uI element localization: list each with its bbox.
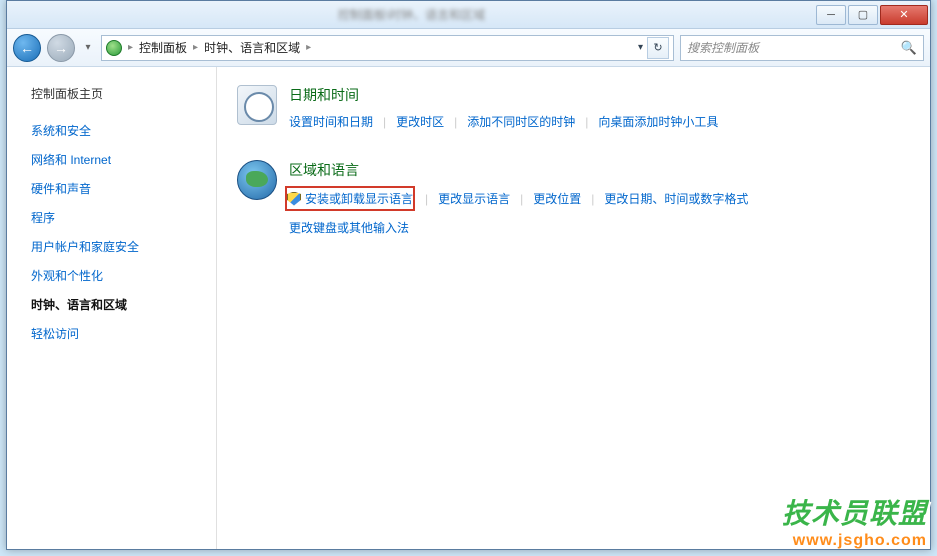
links-row: 更改键盘或其他输入法 [289,217,910,238]
task-link[interactable]: 添加不同时区的时钟 [467,111,575,132]
breadcrumb-current[interactable]: 时钟、语言和区域 [204,39,300,56]
section-title[interactable]: 日期和时间 [289,85,910,105]
sidebar-item-1[interactable]: 网络和 Internet [7,145,216,174]
section-body: 区域和语言安装或卸载显示语言 | 更改显示语言 | 更改位置 | 更改日期、时间或数字格式更… [289,160,910,244]
search-input[interactable]: 搜索控制面板 🔍 [680,35,924,61]
task-link-label: 更改显示语言 [438,190,510,207]
titlebar: 控制面板\时钟、语言和区域 ─ ▢ ✕ [7,1,930,29]
sidebar-item-6[interactable]: 时钟、语言和区域 [7,290,216,319]
sidebar-item-4[interactable]: 用户帐户和家庭安全 [7,232,216,261]
task-link-label: 更改键盘或其他输入法 [289,219,409,236]
link-separator: | [383,115,386,129]
watermark-line2: www.jsgho.com [782,532,927,550]
task-link[interactable]: 更改键盘或其他输入法 [289,217,409,238]
task-link-label: 安装或卸载显示语言 [305,190,413,207]
breadcrumb-separator-icon: ▸ [128,42,133,53]
maximize-button[interactable]: ▢ [848,5,878,25]
task-link[interactable]: 安装或卸载显示语言 [285,186,415,211]
back-button[interactable]: ← [13,34,41,62]
content-area: 控制面板主页 系统和安全网络和 Internet硬件和声音程序用户帐户和家庭安全… [7,67,930,549]
links-row: 安装或卸载显示语言 | 更改显示语言 | 更改位置 | 更改日期、时间或数字格式 [289,186,910,211]
datetime-icon [237,85,277,125]
navbar: ← → ▾ ▸ 控制面板 ▸ 时钟、语言和区域 ▸ ▾ ↻ 搜索控制面板 🔍 [7,29,930,67]
section-body: 日期和时间设置时间和日期 | 更改时区 | 添加不同时区的时钟 | 向桌面添加时钟小工具 [289,85,910,138]
sidebar-title[interactable]: 控制面板主页 [7,85,216,116]
watermark: 技术员联盟 www.jsgho.com [782,492,927,550]
forward-button[interactable]: → [47,34,75,62]
search-icon: 🔍 [901,40,917,56]
refresh-icon: ↻ [653,41,662,54]
link-separator: | [454,115,457,129]
task-link-label: 更改日期、时间或数字格式 [604,190,748,207]
watermark-line1: 技术员联盟 [782,492,927,532]
link-separator: | [425,192,428,206]
links-row: 设置时间和日期 | 更改时区 | 添加不同时区的时钟 | 向桌面添加时钟小工具 [289,111,910,132]
task-link-label: 更改位置 [533,190,581,207]
task-link-label: 更改时区 [396,113,444,130]
section-1: 区域和语言安装或卸载显示语言 | 更改显示语言 | 更改位置 | 更改日期、时间或数字格式更… [237,160,910,244]
shield-icon [287,192,301,206]
main-panel: 日期和时间设置时间和日期 | 更改时区 | 添加不同时区的时钟 | 向桌面添加时钟小工具区域… [217,67,930,549]
control-panel-window: 控制面板\时钟、语言和区域 ─ ▢ ✕ ← → ▾ ▸ 控制面板 ▸ 时钟、语言… [6,0,931,550]
address-dropdown-icon[interactable]: ▾ [638,42,643,53]
link-separator: | [591,192,594,206]
task-link[interactable]: 向桌面添加时钟小工具 [598,111,718,132]
link-separator: | [585,115,588,129]
window-title: 控制面板\时钟、语言和区域 [9,6,814,23]
task-link[interactable]: 设置时间和日期 [289,111,373,132]
task-link[interactable]: 更改位置 [533,188,581,209]
arrow-right-icon: → [54,40,68,56]
nav-history-dropdown[interactable]: ▾ [81,42,95,53]
sidebar-item-3[interactable]: 程序 [7,203,216,232]
breadcrumb-separator-icon: ▸ [306,42,311,53]
sidebar: 控制面板主页 系统和安全网络和 Internet硬件和声音程序用户帐户和家庭安全… [7,67,217,549]
section-title[interactable]: 区域和语言 [289,160,910,180]
refresh-button[interactable]: ↻ [647,37,669,59]
address-bar[interactable]: ▸ 控制面板 ▸ 时钟、语言和区域 ▸ ▾ ↻ [101,35,674,61]
task-link[interactable]: 更改时区 [396,111,444,132]
task-link[interactable]: 更改日期、时间或数字格式 [604,188,748,209]
section-0: 日期和时间设置时间和日期 | 更改时区 | 添加不同时区的时钟 | 向桌面添加时钟小工具 [237,85,910,138]
breadcrumb-separator-icon: ▸ [193,42,198,53]
close-button[interactable]: ✕ [880,5,928,25]
task-link-label: 设置时间和日期 [289,113,373,130]
search-placeholder: 搜索控制面板 [687,39,895,56]
sidebar-item-5[interactable]: 外观和个性化 [7,261,216,290]
breadcrumb-root[interactable]: 控制面板 [139,39,187,56]
link-separator: | [520,192,523,206]
task-link-label: 添加不同时区的时钟 [467,113,575,130]
arrow-left-icon: ← [20,40,34,56]
control-panel-icon [106,40,122,56]
task-link[interactable]: 更改显示语言 [438,188,510,209]
sidebar-item-0[interactable]: 系统和安全 [7,116,216,145]
minimize-button[interactable]: ─ [816,5,846,25]
task-link-label: 向桌面添加时钟小工具 [598,113,718,130]
sidebar-item-2[interactable]: 硬件和声音 [7,174,216,203]
sidebar-item-7[interactable]: 轻松访问 [7,319,216,348]
region-icon [237,160,277,200]
